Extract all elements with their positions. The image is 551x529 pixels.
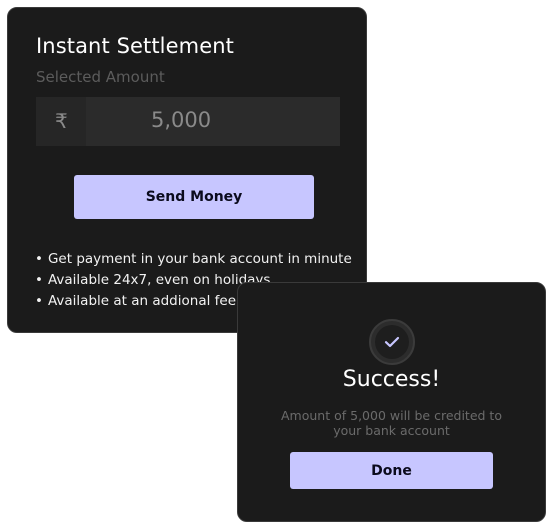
success-title: Success! <box>342 367 441 392</box>
checkmark-icon <box>384 336 400 348</box>
send-money-button[interactable]: Send Money <box>74 175 314 219</box>
success-message: Amount of 5,000 will be credited to your… <box>281 408 502 438</box>
amount-field[interactable]: ₹ 5,000 <box>36 97 340 146</box>
currency-prefix: ₹ <box>36 97 86 146</box>
done-button[interactable]: Done <box>290 452 493 489</box>
success-dialog: Success! Amount of 5,000 will be credite… <box>237 282 546 522</box>
amount-label: Selected Amount <box>36 68 165 86</box>
benefit-item: Get payment in your bank account in minu… <box>35 249 352 270</box>
amount-value: 5,000 <box>151 108 212 132</box>
card-title: Instant Settlement <box>36 34 234 58</box>
success-badge <box>369 319 415 365</box>
rupee-icon: ₹ <box>55 109 68 133</box>
